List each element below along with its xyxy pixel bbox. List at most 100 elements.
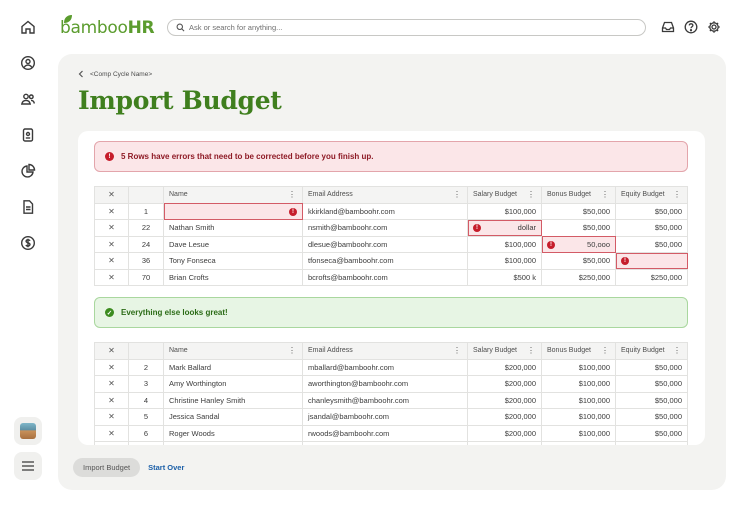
remove-row-button[interactable]: ✕ bbox=[94, 252, 129, 270]
column-header-name[interactable]: Name ⋮ bbox=[163, 342, 303, 360]
email-cell[interactable]: mballard@bamboohr.com bbox=[302, 358, 468, 376]
remove-row-button[interactable]: ✕ bbox=[94, 424, 129, 442]
column-header-salary[interactable]: Salary Budget ⋮ bbox=[467, 342, 542, 360]
bonus-cell[interactable]: $100,000 bbox=[541, 358, 616, 376]
bonus-cell[interactable]: $50,000 bbox=[541, 252, 616, 270]
column-header-equity[interactable]: Equity Budget ⋮ bbox=[615, 186, 688, 204]
breadcrumb[interactable]: <Comp Cycle Name> bbox=[78, 70, 152, 78]
close-icon[interactable]: ✕ bbox=[108, 346, 115, 355]
email-cell[interactable]: bcrofts@bamboohr.com bbox=[302, 268, 468, 286]
email-cell[interactable]: jsandal@bamboohr.com bbox=[302, 408, 468, 426]
column-menu-icon[interactable]: ⋮ bbox=[601, 346, 609, 355]
remove-row-button[interactable]: ✕ bbox=[94, 202, 129, 220]
bonus-cell[interactable] bbox=[541, 441, 616, 445]
equity-cell[interactable]: $50,000 bbox=[615, 391, 688, 409]
remove-row-button[interactable]: ✕ bbox=[94, 235, 129, 253]
email-cell[interactable]: nsmith@bamboohr.com bbox=[302, 219, 468, 237]
bonus-cell[interactable]: $50,000 bbox=[541, 219, 616, 237]
column-header-equity[interactable]: Equity Budget ⋮ bbox=[615, 342, 688, 360]
badge-icon[interactable] bbox=[17, 124, 39, 146]
remove-row-button[interactable]: ✕ bbox=[94, 358, 129, 376]
column-menu-icon[interactable]: ⋮ bbox=[527, 346, 535, 355]
name-cell[interactable]: Amy Worthington bbox=[163, 375, 303, 393]
inbox-icon[interactable] bbox=[659, 18, 677, 36]
email-cell[interactable] bbox=[302, 441, 468, 445]
column-header-bonus[interactable]: Bonus Budget ⋮ bbox=[541, 342, 616, 360]
email-cell[interactable]: rwoods@bamboohr.com bbox=[302, 424, 468, 442]
user-avatar-button[interactable] bbox=[14, 417, 42, 445]
column-menu-icon[interactable]: ⋮ bbox=[288, 190, 296, 199]
column-menu-icon[interactable]: ⋮ bbox=[288, 346, 296, 355]
email-cell[interactable]: tfonseca@bamboohr.com bbox=[302, 252, 468, 270]
help-icon[interactable] bbox=[682, 18, 700, 36]
column-header-salary[interactable]: Salary Budget ⋮ bbox=[467, 186, 542, 204]
name-cell[interactable]: Brian Crofts bbox=[163, 268, 303, 286]
name-cell[interactable]: Mark Ballard bbox=[163, 358, 303, 376]
remove-row-button[interactable]: ✕ bbox=[94, 408, 129, 426]
remove-row-button[interactable]: ✕ bbox=[94, 268, 129, 286]
email-cell[interactable]: chanleysmith@bamboohr.com bbox=[302, 391, 468, 409]
name-cell[interactable] bbox=[163, 441, 303, 445]
column-menu-icon[interactable]: ⋮ bbox=[527, 190, 535, 199]
equity-cell[interactable]: $50,000 bbox=[615, 408, 688, 426]
remove-row-button[interactable]: ✕ bbox=[94, 375, 129, 393]
bonus-cell[interactable]: $50,000 bbox=[541, 202, 616, 220]
equity-cell[interactable]: $50,000 bbox=[615, 424, 688, 442]
column-header-email[interactable]: Email Address ⋮ bbox=[302, 342, 468, 360]
breadcrumb-label[interactable]: <Comp Cycle Name> bbox=[90, 71, 152, 78]
bonus-cell[interactable]: $100,000 bbox=[541, 424, 616, 442]
email-cell[interactable]: kkirkland@bamboohr.com bbox=[302, 202, 468, 220]
salary-cell[interactable]: $100,000 bbox=[467, 235, 542, 253]
close-icon[interactable]: ✕ bbox=[108, 190, 115, 199]
column-menu-icon[interactable]: ⋮ bbox=[673, 190, 681, 199]
email-cell[interactable]: dlesue@bamboohr.com bbox=[302, 235, 468, 253]
home-icon[interactable] bbox=[17, 16, 39, 38]
person-circle-icon[interactable] bbox=[17, 52, 39, 74]
salary-cell[interactable]: $100,000 bbox=[467, 252, 542, 270]
name-cell[interactable]: Tony Fonseca bbox=[163, 252, 303, 270]
name-cell[interactable]: Dave Lesue bbox=[163, 235, 303, 253]
salary-cell[interactable]: $200,000 bbox=[467, 391, 542, 409]
column-menu-icon[interactable]: ⋮ bbox=[453, 190, 461, 199]
remove-row-button[interactable]: ✕ bbox=[94, 391, 129, 409]
equity-cell[interactable]: $50,000 bbox=[615, 235, 688, 253]
hamburger-menu-icon[interactable] bbox=[14, 452, 42, 480]
pie-chart-icon[interactable] bbox=[17, 160, 39, 182]
column-menu-icon[interactable]: ⋮ bbox=[453, 346, 461, 355]
email-cell[interactable]: aworthington@bamboohr.com bbox=[302, 375, 468, 393]
equity-cell[interactable]: $50,000 bbox=[615, 202, 688, 220]
salary-cell[interactable]: $200,000 bbox=[467, 358, 542, 376]
column-header-name[interactable]: Name ⋮ bbox=[163, 186, 303, 204]
remove-row-button[interactable]: ✕ bbox=[94, 219, 129, 237]
remove-row-button[interactable] bbox=[94, 441, 129, 445]
column-header-bonus[interactable]: Bonus Budget ⋮ bbox=[541, 186, 616, 204]
bamboohr-logo[interactable]: bamboo HR bbox=[60, 15, 155, 38]
name-cell[interactable]: Nathan Smith bbox=[163, 219, 303, 237]
settings-gear-icon[interactable] bbox=[705, 18, 723, 36]
column-menu-icon[interactable]: ⋮ bbox=[673, 346, 681, 355]
equity-cell[interactable]: $50,000 bbox=[615, 219, 688, 237]
salary-cell[interactable] bbox=[467, 441, 542, 445]
equity-cell[interactable] bbox=[615, 441, 688, 445]
equity-cell[interactable]: $50,000 bbox=[615, 375, 688, 393]
salary-cell-error[interactable]: ! dollar bbox=[467, 219, 542, 237]
equity-cell[interactable]: $50,000 bbox=[615, 358, 688, 376]
bonus-cell[interactable]: $250,000 bbox=[541, 268, 616, 286]
name-cell-error[interactable]: ! bbox=[163, 202, 303, 220]
column-header-email[interactable]: Email Address ⋮ bbox=[302, 186, 468, 204]
name-cell[interactable]: Christine Hanley Smith bbox=[163, 391, 303, 409]
people-icon[interactable] bbox=[17, 88, 39, 110]
import-budget-button[interactable]: Import Budget bbox=[73, 458, 141, 477]
salary-cell[interactable]: $200,000 bbox=[467, 424, 542, 442]
equity-cell-error[interactable]: ! bbox=[615, 252, 688, 270]
salary-cell[interactable]: $200,000 bbox=[467, 375, 542, 393]
bonus-cell[interactable]: $100,000 bbox=[541, 408, 616, 426]
bonus-cell[interactable]: $100,000 bbox=[541, 391, 616, 409]
salary-cell[interactable]: $500 k bbox=[467, 268, 542, 286]
equity-cell[interactable]: $250,000 bbox=[615, 268, 688, 286]
column-menu-icon[interactable]: ⋮ bbox=[601, 190, 609, 199]
bonus-cell[interactable]: $100,000 bbox=[541, 375, 616, 393]
bonus-cell-error[interactable]: ! 50,ooo bbox=[541, 235, 616, 253]
start-over-link[interactable]: Start Over bbox=[148, 463, 184, 472]
global-search-bar[interactable] bbox=[167, 19, 646, 36]
